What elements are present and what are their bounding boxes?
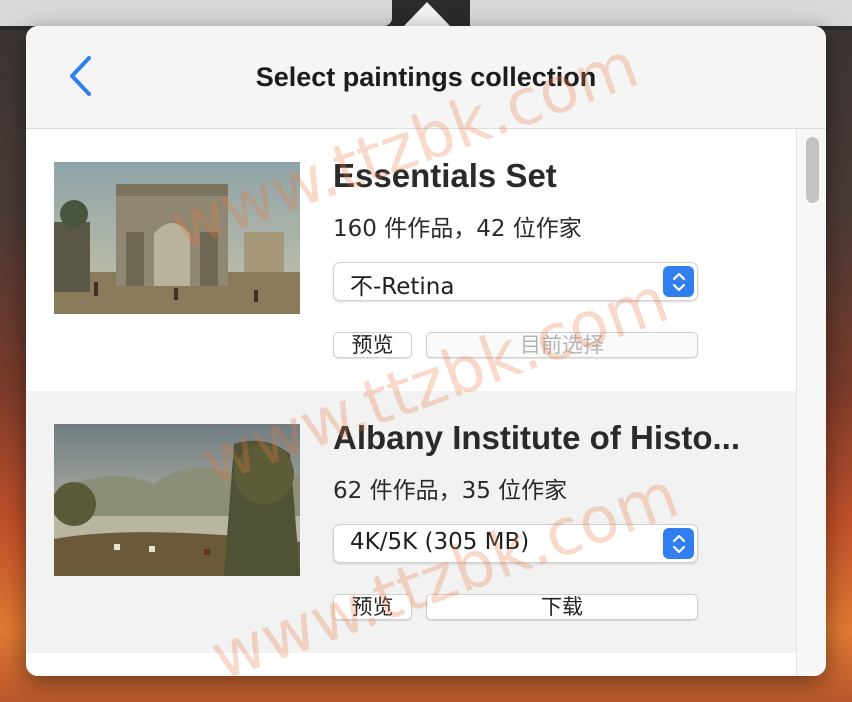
popover-header: Select paintings collection bbox=[26, 26, 826, 129]
collection-thumbnail bbox=[54, 162, 300, 314]
resolution-select[interactable]: 不-Retina bbox=[333, 262, 698, 301]
download-button[interactable]: 下载 bbox=[426, 594, 698, 620]
vertical-scrollbar[interactable] bbox=[796, 129, 826, 676]
collection-list[interactable]: Essentials Set 160 件作品，42 位作家 不-Retina 预… bbox=[26, 129, 796, 676]
collection-meta: 62 件作品，35 位作家 bbox=[333, 478, 568, 504]
preview-button[interactable]: 预览 bbox=[333, 332, 412, 358]
collection-row-essentials: Essentials Set 160 件作品，42 位作家 不-Retina 预… bbox=[26, 129, 796, 391]
collection-row-next bbox=[26, 653, 796, 676]
resolution-select[interactable]: 4K/5K (305 MB) bbox=[333, 524, 698, 563]
collection-thumbnail bbox=[54, 424, 300, 576]
collection-row-albany: Albany Institute of Histo... 62 件作品，35 位… bbox=[26, 391, 796, 653]
menubar-segment-right bbox=[470, 0, 852, 26]
page-title: Select paintings collection bbox=[255, 62, 597, 92]
collection-name: Albany Institute of Histo... bbox=[333, 419, 741, 456]
menubar-segment-left bbox=[0, 0, 392, 26]
resolution-value: 4K/5K (305 MB) bbox=[350, 529, 530, 555]
collection-name: Essentials Set bbox=[333, 157, 557, 194]
resolution-value: 不-Retina bbox=[350, 274, 455, 300]
select-stepper-icon bbox=[663, 528, 694, 559]
scrollbar-thumb[interactable] bbox=[806, 137, 819, 203]
current-selection-button[interactable]: 目前选择 bbox=[426, 332, 698, 358]
popover-arrow bbox=[402, 2, 452, 28]
select-stepper-icon bbox=[663, 266, 694, 297]
preview-button[interactable]: 预览 bbox=[333, 594, 412, 620]
collection-meta: 160 件作品，42 位作家 bbox=[333, 216, 582, 242]
collection-popover: Select paintings collection Essentials S… bbox=[26, 26, 826, 676]
